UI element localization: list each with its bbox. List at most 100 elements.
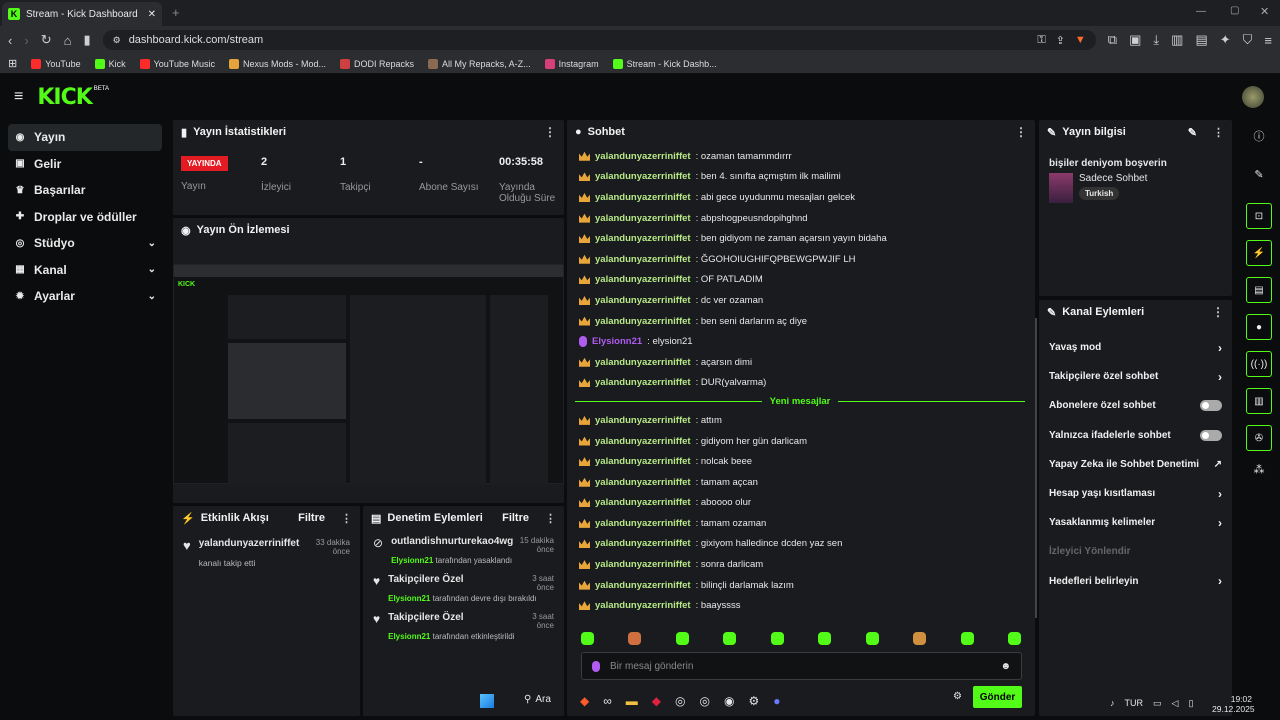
chat-username[interactable]: yalandunyazerriniffet	[595, 477, 691, 488]
kick-logo[interactable]: KICK	[37, 85, 92, 110]
more-options-icon[interactable]: ⋮	[1213, 126, 1224, 139]
address-bar[interactable]: ⚙ dashboard.kick.com/stream ⚿ ⇪ ▼	[102, 30, 1096, 50]
close-tab-icon[interactable]: ✕	[148, 9, 156, 20]
emote-icon[interactable]	[818, 632, 832, 645]
leo-icon[interactable]: ✦	[1220, 32, 1231, 48]
steam-app-icon[interactable]: ◎	[700, 694, 710, 708]
broadcast-icon[interactable]: ((·))	[1246, 351, 1272, 377]
brave-shield-icon[interactable]: ▼	[1075, 34, 1086, 47]
bookmark-item[interactable]: All My Repacks, A-Z...	[428, 58, 531, 69]
pencil-icon[interactable]: ✎	[1238, 168, 1280, 181]
info-icon[interactable]: ⓘ	[1238, 128, 1280, 144]
network-icon[interactable]: ▭	[1153, 698, 1162, 709]
share-icon[interactable]: ⁂	[1238, 463, 1280, 476]
brave-app-icon[interactable]: ◆	[580, 694, 589, 708]
moderation-actor[interactable]: Elysionn21	[388, 594, 430, 603]
chat-username[interactable]: yalandunyazerriniffet	[595, 213, 691, 224]
battery-icon[interactable]: ▯	[1188, 698, 1193, 709]
chat-scrollbar[interactable]	[1035, 318, 1037, 618]
channel-action-item[interactable]: Yasaklanmış kelimeler ›	[1039, 508, 1232, 537]
bookmark-item[interactable]: Kick	[94, 58, 126, 69]
user-avatar[interactable]	[1242, 86, 1264, 108]
emote-icon[interactable]	[628, 632, 642, 645]
sidebar-item-studio[interactable]: ◎ Stüdyo ⌄	[8, 230, 162, 257]
menu-icon[interactable]: ≡	[1264, 33, 1272, 48]
chat-username[interactable]: yalandunyazerriniffet	[595, 518, 691, 529]
reload-icon[interactable]: ↻	[41, 32, 52, 48]
bookmark-item[interactable]: Nexus Mods - Mod...	[228, 58, 326, 69]
emote-icon[interactable]	[865, 632, 879, 645]
chat-username[interactable]: yalandunyazerriniffet	[595, 357, 691, 368]
browser-tab[interactable]: K Stream - Kick Dashboard ✕	[2, 2, 162, 26]
chat-username[interactable]: yalandunyazerriniffet	[595, 456, 691, 467]
chat-username[interactable]: yalandunyazerriniffet	[595, 295, 691, 306]
toggle-switch[interactable]	[1200, 429, 1222, 441]
emote-icon[interactable]	[723, 632, 737, 645]
chat-username[interactable]: yalandunyazerriniffet	[595, 436, 691, 447]
more-options-icon[interactable]: ⋮	[544, 125, 556, 139]
bolt-icon[interactable]: ⚡	[1246, 240, 1272, 266]
chat-username[interactable]: yalandunyazerriniffet	[595, 233, 691, 244]
steam-app-icon[interactable]: ◎	[675, 694, 685, 708]
activity-filter-button[interactable]: Filtre	[298, 512, 325, 524]
chat-username[interactable]: yalandunyazerriniffet	[595, 538, 691, 549]
chat-username[interactable]: yalandunyazerriniffet	[595, 377, 691, 388]
bookmark-item[interactable]: YouTube	[31, 58, 81, 69]
windows-start-icon[interactable]	[480, 694, 494, 708]
bookmark-item[interactable]: YouTube Music	[139, 58, 215, 69]
back-icon[interactable]: ‹	[8, 33, 12, 48]
more-options-icon[interactable]: ⋮	[545, 512, 556, 525]
download-icon[interactable]: ⤓	[1153, 32, 1159, 48]
emote-icon[interactable]	[770, 632, 784, 645]
chat-messages[interactable]: yalandunyazerriniffet: ozaman tamammdırr…	[567, 144, 1035, 616]
channel-action-item[interactable]: Takipçilere özel sohbet ›	[1039, 362, 1232, 391]
emote-icon[interactable]	[675, 632, 689, 645]
chat-username[interactable]: yalandunyazerriniffet	[595, 151, 691, 162]
chat-username[interactable]: yalandunyazerriniffet	[595, 316, 691, 327]
channel-action-item[interactable]: Hesap yaşı kısıtlaması ›	[1039, 479, 1232, 508]
channel-action-item[interactable]: Yapay Zeka ile Sohbet Denetimi ↗	[1039, 450, 1232, 479]
channel-action-item[interactable]: Yalnızca ifadelerle sohbet	[1039, 421, 1232, 450]
extensions-icon[interactable]: ⧉	[1108, 32, 1117, 48]
share-icon[interactable]: ⇪	[1056, 34, 1065, 47]
home-icon[interactable]: ⌂	[64, 33, 72, 48]
sidebar-item-money[interactable]: ▣ Gelir	[8, 151, 162, 178]
folder-app-icon[interactable]: ▬	[626, 694, 638, 708]
chat-username[interactable]: yalandunyazerriniffet	[595, 274, 691, 285]
site-info-icon[interactable]: ⚙	[113, 35, 121, 46]
edit-icon[interactable]: ✎	[1188, 126, 1197, 139]
chat-icon[interactable]: ●	[1246, 314, 1272, 340]
chat-username[interactable]: Elysionn21	[592, 336, 642, 347]
minimize-icon[interactable]: —	[1196, 6, 1206, 17]
notes-icon[interactable]: ▤	[1246, 277, 1272, 303]
stream-preview-video[interactable]: KICK	[173, 264, 564, 485]
sidebar-item-channel[interactable]: ▦ Kanal ⌄	[8, 257, 162, 284]
clip-icon[interactable]: ⊡	[1246, 203, 1272, 229]
chat-username[interactable]: yalandunyazerriniffet	[595, 600, 691, 611]
bookmark-item[interactable]: Stream - Kick Dashb...	[612, 58, 717, 69]
emote-icon[interactable]	[581, 632, 594, 645]
bookmark-item[interactable]: DODI Repacks	[340, 58, 414, 69]
moderation-actor[interactable]: Elysionn21	[388, 632, 430, 641]
sidebar-item-gear[interactable]: ✹ Ayarlar ⌄	[8, 283, 162, 310]
screenshot-icon[interactable]: ▣	[1129, 32, 1141, 48]
new-tab-button[interactable]: +	[172, 5, 180, 20]
more-options-icon[interactable]: ⋮	[1015, 125, 1027, 139]
chat-username[interactable]: yalandunyazerriniffet	[595, 254, 691, 265]
chat-username[interactable]: yalandunyazerriniffet	[595, 192, 691, 203]
discord-app-icon[interactable]: ●	[773, 694, 780, 708]
chat-username[interactable]: yalandunyazerriniffet	[595, 171, 691, 182]
sidebar-item-gift[interactable]: ✚ Droplar ve ödüller	[8, 204, 162, 231]
emote-icon[interactable]	[960, 632, 974, 645]
obs-app-icon[interactable]: ◉	[724, 694, 734, 708]
forward-icon[interactable]: ›	[24, 33, 28, 48]
channel-action-item[interactable]: Yavaş mod ›	[1039, 333, 1232, 362]
sidebar-item-trophy[interactable]: ♛ Başarılar	[8, 177, 162, 204]
chat-username[interactable]: yalandunyazerriniffet	[595, 415, 691, 426]
emote-icon[interactable]	[1007, 632, 1021, 645]
emote-icon[interactable]	[913, 632, 927, 645]
wallet-icon[interactable]: ▤	[1195, 32, 1207, 48]
more-options-icon[interactable]: ⋮	[1212, 305, 1224, 319]
chat-username[interactable]: yalandunyazerriniffet	[595, 580, 691, 591]
bookmark-item[interactable]: Instagram	[544, 58, 599, 69]
